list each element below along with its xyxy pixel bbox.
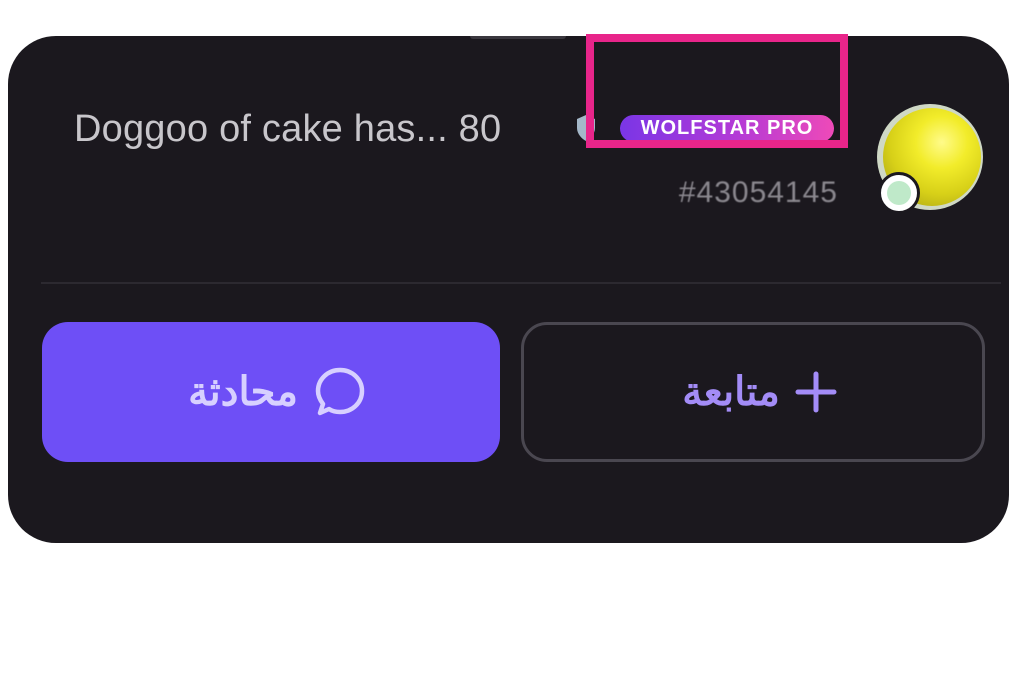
chat-bubble-icon bbox=[315, 367, 365, 416]
status-dot bbox=[887, 181, 911, 205]
plus-icon bbox=[795, 371, 837, 413]
highlight-box bbox=[586, 34, 848, 148]
follow-button-label: متابعة bbox=[682, 370, 780, 414]
user-id: #43054145 bbox=[678, 176, 838, 209]
chat-button[interactable]: محادثة bbox=[42, 322, 500, 462]
divider bbox=[41, 282, 1001, 284]
chat-button-label: محادثة bbox=[188, 370, 298, 414]
follow-button[interactable]: متابعة bbox=[521, 322, 985, 462]
sheet-handle[interactable] bbox=[470, 36, 566, 39]
profile-card: Doggoo of cake has... 80 WOLFSTAR PRO #4… bbox=[8, 36, 1009, 543]
username: Doggoo of cake has... 80 bbox=[74, 108, 502, 150]
presence-indicator bbox=[878, 172, 920, 214]
